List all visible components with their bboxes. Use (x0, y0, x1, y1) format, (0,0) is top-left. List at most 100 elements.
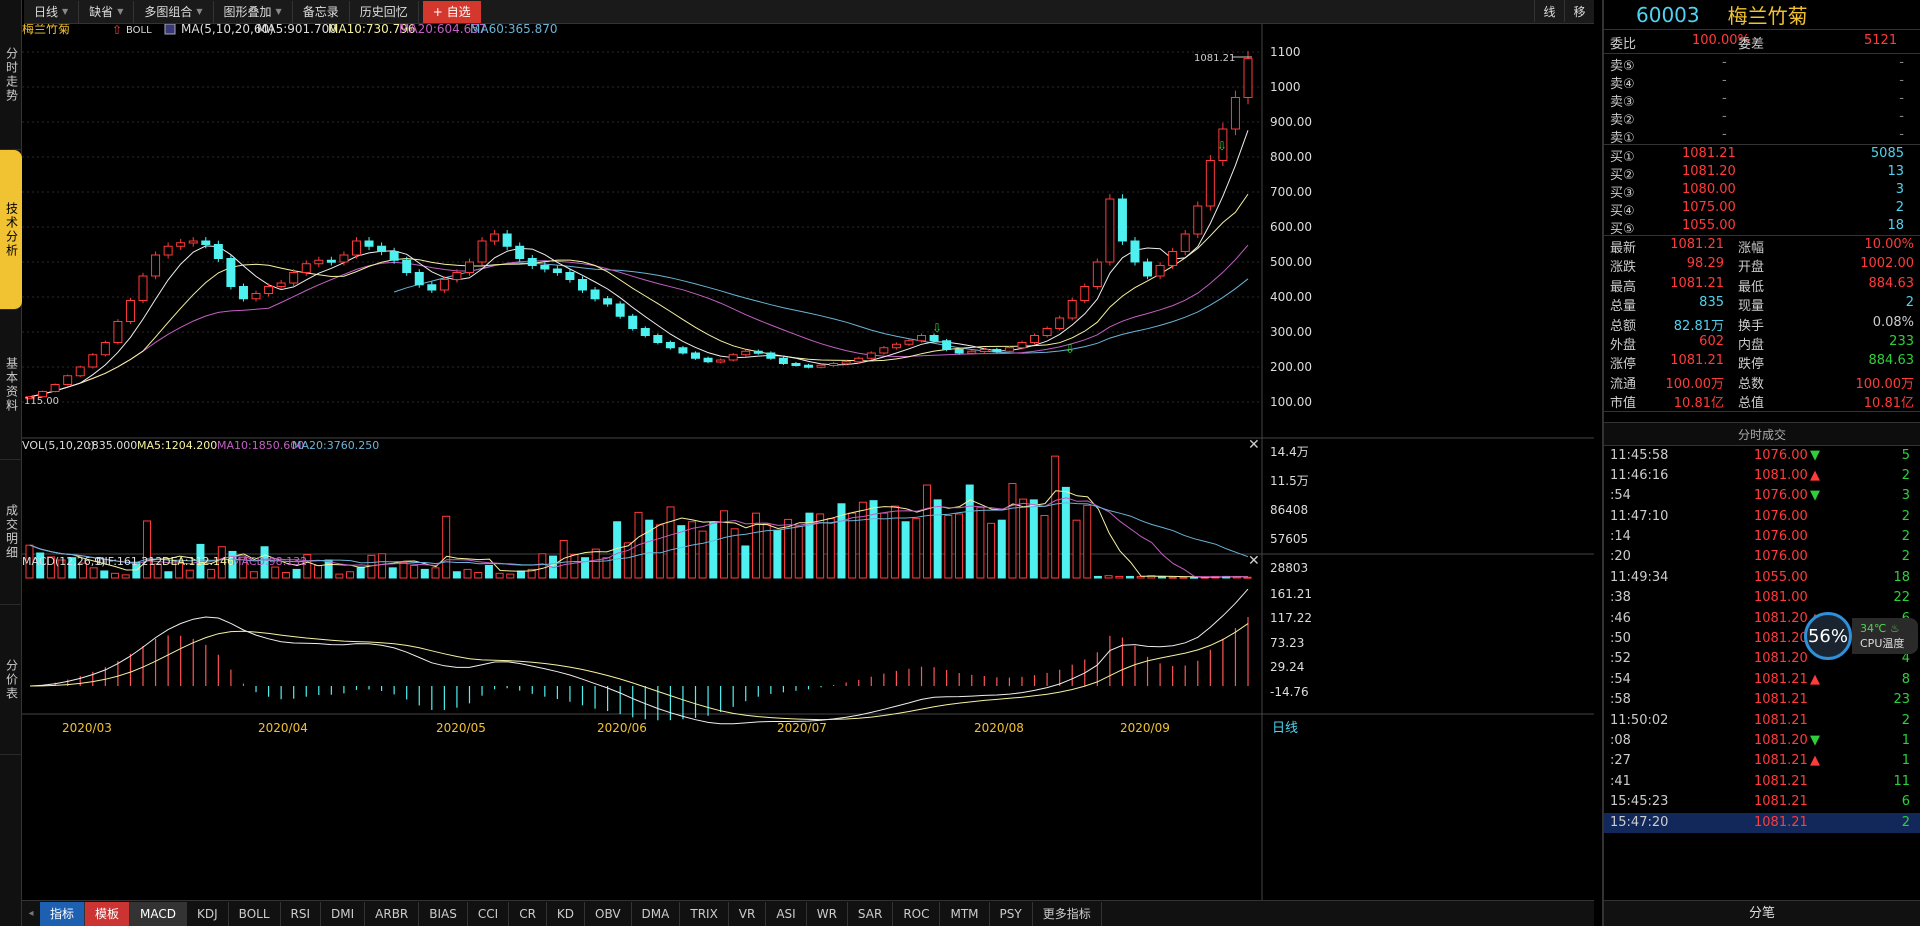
indicator-tab-5[interactable]: RSI (281, 901, 322, 926)
trade-row[interactable]: 11:45:58 1076.00 ▼ 5 (1604, 446, 1920, 466)
tab-price-table[interactable]: 分价表 (0, 605, 22, 755)
ask-row[interactable]: 卖③ - - (1604, 90, 1920, 110)
volume-bar (687, 521, 696, 579)
indicator-tab-12[interactable]: OBV (585, 901, 632, 926)
bid-row[interactable]: 买① 1081.21 5085 (1604, 145, 1920, 165)
volume-bar (378, 553, 387, 579)
trade-row[interactable]: 11:49:34 1055.00 18 (1604, 568, 1920, 588)
volume-bar (655, 524, 664, 579)
multi-chart-dropdown[interactable]: 多图组合 ▼ (134, 0, 214, 23)
indicator-tab-18[interactable]: SAR (848, 901, 894, 926)
trade-row[interactable]: 15:45:23 1081.21 6 (1604, 792, 1920, 812)
indicator-tab-20[interactable]: MTM (940, 901, 990, 926)
indicator-tab-3[interactable]: KDJ (187, 901, 229, 926)
ma-polyline (393, 262, 1249, 354)
trade-row[interactable]: :20 1076.00 2 (1604, 547, 1920, 567)
indicator-tab-19[interactable]: ROC (893, 901, 941, 926)
trade-row[interactable]: 11:47:10 1076.00 2 (1604, 507, 1920, 527)
indicator-tab-0[interactable]: 指标 (40, 901, 86, 926)
indicator-tab-14[interactable]: TRIX (680, 901, 729, 926)
indicator-tab-1[interactable]: 模板 (85, 901, 131, 926)
kline-chart[interactable]: 梅兰竹菊 ⇧ BOLL MA(5,10,20,60) MA5:901.700 M… (22, 24, 1594, 900)
ask-row[interactable]: 卖① - - (1604, 126, 1920, 146)
candle-body (954, 349, 964, 354)
trade-row[interactable]: :27 1081.21 ▲ 1 (1604, 751, 1920, 771)
candle-body (477, 240, 487, 263)
ma-toggle-icon[interactable] (164, 24, 176, 35)
macd-axis: 161.21 117.22 73.23 29.24 -14.76 (1270, 587, 1312, 699)
indicator-tab-4[interactable]: BOLL (229, 901, 281, 926)
add-favorite-button[interactable]: + 自选 (422, 0, 481, 23)
candle-body (577, 279, 587, 291)
ask-row[interactable]: 卖⑤ - - (1604, 54, 1920, 74)
indicator-tab-17[interactable]: WR (807, 901, 848, 926)
memo-button[interactable]: 备忘录 (293, 0, 350, 23)
indicator-tab-21[interactable]: PSY (990, 901, 1033, 926)
volume-bar (1083, 504, 1092, 579)
default-dropdown[interactable]: 缺省 ▼ (79, 0, 135, 23)
volume-bar (581, 557, 590, 579)
scroll-left-icon[interactable]: ◂ (22, 900, 40, 926)
tab-technical-analysis[interactable]: 技术分析 (0, 150, 22, 310)
volume-tick: 11.5万 (1270, 474, 1309, 488)
trade-row[interactable]: 11:50:02 1081.21 2 (1604, 711, 1920, 731)
indicator-tab-11[interactable]: KD (547, 901, 586, 926)
volume-bar (185, 569, 194, 579)
indicator-tab-6[interactable]: DMI (321, 901, 366, 926)
trade-row[interactable]: :38 1081.00 22 (1604, 588, 1920, 608)
candle-body (402, 259, 412, 273)
volume-bar (431, 567, 440, 579)
ask-row[interactable]: 卖② - - (1604, 108, 1920, 128)
candle-body (213, 244, 223, 259)
dea-value: DEA:112.146 (162, 555, 234, 568)
trade-row[interactable]: :08 1081.20 ▼ 1 (1604, 731, 1920, 751)
candle-body (879, 347, 889, 354)
candle-body (1055, 317, 1065, 329)
tick-button[interactable]: 分笔 (1604, 900, 1920, 926)
cpu-widget[interactable]: 56% 34℃ ♨ CPU温度 (1800, 610, 1920, 662)
bid-row[interactable]: 买⑤ 1055.00 18 (1604, 217, 1920, 237)
candle-body (565, 272, 575, 280)
period-dropdown[interactable]: 日线 ▼ (24, 0, 80, 23)
indicator-tab-2[interactable]: MACD (130, 901, 188, 926)
indicator-tab-8[interactable]: BIAS (419, 901, 468, 926)
indicator-tab-7[interactable]: ARBR (365, 901, 420, 926)
candle-body (1067, 300, 1077, 319)
indicator-tab-13[interactable]: DMA (632, 901, 681, 926)
volume-bar (164, 571, 173, 579)
bid-row[interactable]: 买③ 1080.00 3 (1604, 181, 1920, 201)
grid (22, 51, 1262, 403)
ma5-line (29, 130, 1249, 398)
close-icon[interactable]: ✕ (1248, 553, 1260, 569)
indicator-tab-22[interactable]: 更多指标 (1033, 901, 1102, 926)
close-icon[interactable]: ✕ (1248, 437, 1260, 453)
bid-row[interactable]: 买② 1081.20 13 (1604, 163, 1920, 183)
trade-row[interactable]: :14 1076.00 2 (1604, 527, 1920, 547)
line-button[interactable]: 线 (1534, 0, 1564, 22)
bid-row[interactable]: 买④ 1075.00 2 (1604, 199, 1920, 219)
ask-row[interactable]: 卖④ - - (1604, 72, 1920, 92)
trade-row[interactable]: :54 1081.21 ▲ 8 (1604, 670, 1920, 690)
overlay-dropdown[interactable]: 图形叠加 ▼ (214, 0, 293, 23)
indicator-tab-16[interactable]: ASI (766, 901, 807, 926)
ma60-value: MA60:365.870 (470, 24, 558, 36)
trade-row[interactable]: 11:46:16 1081.00 ▲ 2 (1604, 466, 1920, 486)
tab-basic-info[interactable]: 基本资料 (0, 310, 22, 460)
date-tick: 2020/05 (436, 721, 486, 735)
volume-bar (1008, 482, 1017, 579)
volume-tick: 86408 (1270, 503, 1308, 517)
move-button[interactable]: 移 (1564, 0, 1594, 22)
trade-row[interactable]: :41 1081.21 11 (1604, 772, 1920, 792)
indicator-tab-10[interactable]: CR (509, 901, 547, 926)
trade-row[interactable]: :54 1076.00 ▼ 3 (1604, 486, 1920, 506)
trade-row[interactable]: 15:47:20 1081.21 2 (1604, 812, 1920, 833)
indicator-tab-9[interactable]: CCI (468, 901, 510, 926)
tab-time-share[interactable]: 分时走势 (0, 0, 22, 150)
volume-bar (420, 568, 429, 579)
history-button[interactable]: 历史回忆 (350, 0, 419, 23)
trade-row[interactable]: :58 1081.21 23 (1604, 690, 1920, 710)
tab-trade-detail[interactable]: 成交明细 (0, 460, 22, 605)
volume-bar (463, 568, 472, 579)
candle-body (917, 335, 927, 342)
indicator-tab-15[interactable]: VR (729, 901, 767, 926)
